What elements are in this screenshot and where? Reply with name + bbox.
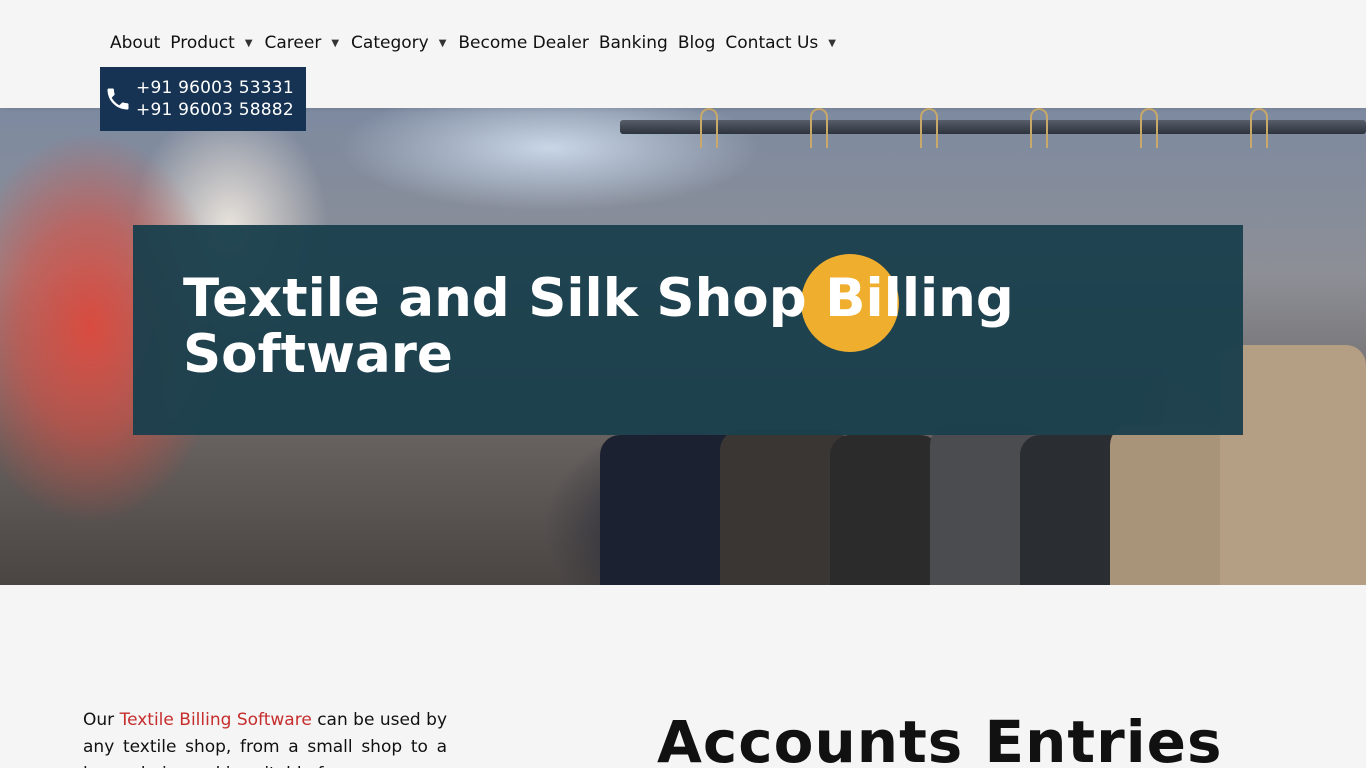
nav-item-category[interactable]: Category ▼ bbox=[351, 33, 448, 53]
nav-item-contact-us[interactable]: Contact Us ▼ bbox=[725, 33, 838, 53]
phone-number-1[interactable]: +91 96003 53331 bbox=[136, 77, 294, 99]
phone-number-2[interactable]: +91 96003 58882 bbox=[136, 99, 294, 121]
phone-numbers: +91 96003 53331 +91 96003 58882 bbox=[136, 77, 294, 121]
nav-item-label: Banking bbox=[598, 33, 668, 53]
nav-item-blog[interactable]: Blog bbox=[678, 33, 716, 53]
hanger-image bbox=[700, 108, 718, 148]
garment-image bbox=[830, 435, 940, 585]
chevron-down-icon: ▼ bbox=[244, 37, 253, 49]
nav-item-label: About bbox=[110, 33, 161, 53]
chevron-down-icon: ▼ bbox=[438, 37, 447, 49]
phone-icon bbox=[107, 88, 129, 110]
nav-item-about[interactable]: About bbox=[110, 33, 160, 53]
nav-item-label: Product bbox=[170, 33, 235, 53]
hero-section: Textile and Silk Shop Billing Software bbox=[0, 108, 1366, 585]
chevron-down-icon: ▼ bbox=[828, 37, 836, 49]
nav-item-product[interactable]: Product ▼ bbox=[170, 33, 254, 53]
intro-prefix: Our bbox=[83, 710, 120, 730]
hanger-image bbox=[810, 108, 828, 148]
nav-item-label: Contact Us bbox=[725, 33, 819, 53]
nav-item-label: Blog bbox=[677, 33, 716, 53]
nav-item-career[interactable]: Career ▼ bbox=[265, 33, 342, 53]
hanger-image bbox=[1140, 108, 1158, 148]
garment-image bbox=[1110, 425, 1230, 585]
hero-banner: Textile and Silk Shop Billing Software bbox=[133, 225, 1243, 435]
nav-item-label: Category bbox=[351, 33, 429, 53]
page-title: Textile and Silk Shop Billing Software bbox=[183, 268, 1014, 385]
nav-item-label: Become Dealer bbox=[458, 33, 589, 53]
hanger-image bbox=[920, 108, 938, 148]
nav-item-banking[interactable]: Banking bbox=[599, 33, 668, 53]
hanger-image bbox=[1030, 108, 1048, 148]
main-nav: About Product ▼ Career ▼ Category ▼ Beco… bbox=[110, 30, 848, 56]
nav-item-label: Career bbox=[264, 33, 322, 53]
contact-phone-box[interactable]: +91 96003 53331 +91 96003 58882 bbox=[100, 67, 306, 131]
nav-item-become-dealer[interactable]: Become Dealer bbox=[458, 33, 588, 53]
chevron-down-icon: ▼ bbox=[331, 37, 340, 49]
hanger-image bbox=[1250, 108, 1268, 148]
textile-billing-software-link[interactable]: Textile Billing Software bbox=[120, 710, 312, 730]
intro-paragraph: Our Textile Billing Software can be used… bbox=[83, 707, 447, 768]
section-heading: Accounts Entries bbox=[657, 708, 1223, 768]
